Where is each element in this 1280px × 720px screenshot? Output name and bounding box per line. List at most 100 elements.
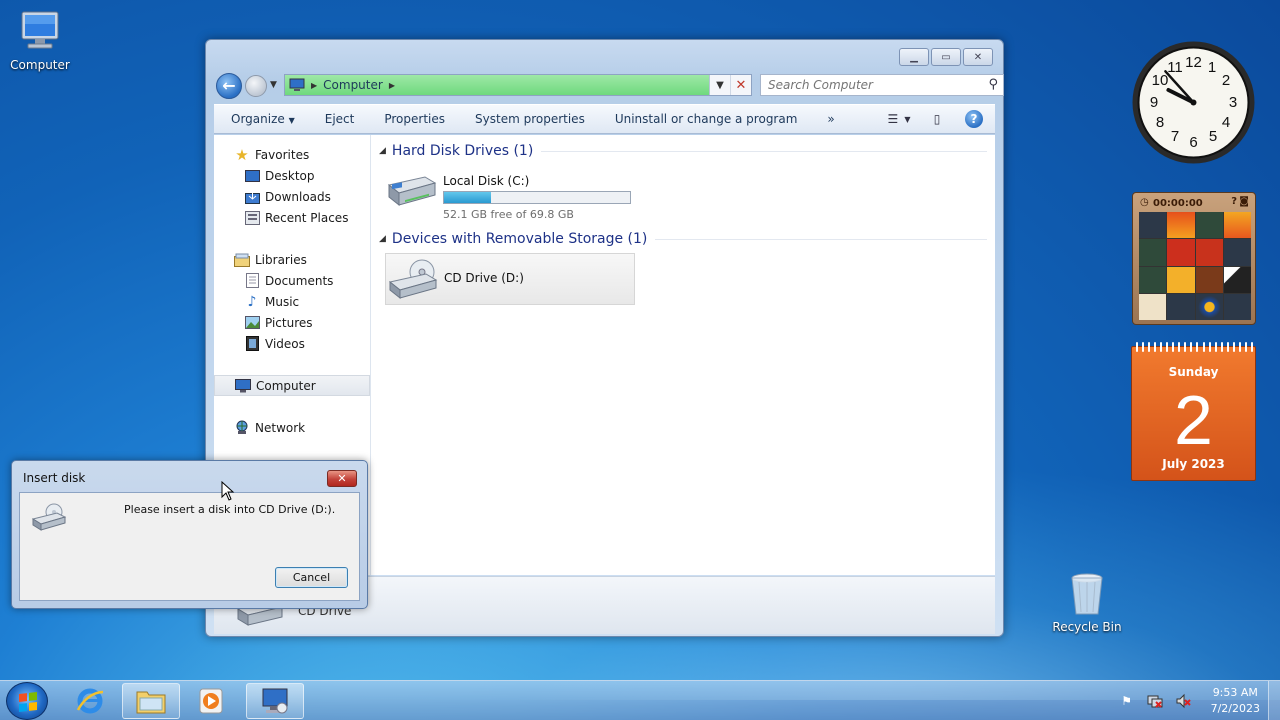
cancel-button[interactable]: Cancel [275,567,348,588]
preview-pane-icon[interactable]: ▯ [927,110,947,128]
puzzle-tile[interactable] [1139,293,1167,320]
computer-icon [235,378,251,394]
clock-numeral: 6 [1189,134,1197,151]
nav-item-downloads[interactable]: Downloads [214,186,370,207]
clock-numeral: 5 [1209,128,1217,145]
chevron-right-icon[interactable]: ▶ [389,81,395,90]
forward-button[interactable] [245,75,267,97]
search-input[interactable] [768,78,968,92]
desktop-icon-computer[interactable]: Computer [0,8,80,72]
properties-button[interactable]: Properties [369,112,460,126]
puzzle-tile[interactable] [1195,293,1223,320]
puzzle-tile[interactable] [1223,212,1251,239]
dialog-body: Please insert a disk into CD Drive (D:).… [19,492,360,601]
system-properties-button[interactable]: System properties [460,112,600,126]
nav-label: Network [255,420,306,435]
puzzle-tile[interactable] [1195,239,1223,266]
taskbar-date: 7/2/2023 [1210,702,1260,715]
puzzle-tile[interactable] [1139,266,1167,293]
nav-label: Favorites [255,147,310,162]
puzzle-tile[interactable] [1223,239,1251,266]
dialog-close-button[interactable]: ✕ [327,470,357,487]
address-dropdown-icon[interactable]: ▼ [710,75,730,95]
eject-button[interactable]: Eject [310,112,370,126]
network-icon[interactable] [1147,693,1163,709]
nav-item-pictures[interactable]: Pictures [214,312,370,333]
cd-drive-icon [388,258,438,302]
search-box[interactable]: ⚲ [760,74,1004,96]
uninstall-button[interactable]: Uninstall or change a program [600,112,813,126]
taskbar-windows-explorer[interactable] [122,683,180,719]
clock-numeral: 7 [1171,128,1179,145]
start-button[interactable] [6,682,48,720]
desktop-icon [244,168,260,184]
action-center-flag-icon[interactable]: ⚑ [1119,693,1135,709]
nav-item-favorites[interactable]: ★ Favorites [214,144,370,165]
taskbar-clock[interactable]: 9:53 AM 7/2/2023 [1211,685,1260,717]
drive-local-disk-c[interactable]: Local Disk (C:) 52.1 GB free of 69.8 GB [387,163,637,223]
group-title: Hard Disk Drives (1) [391,143,534,159]
organize-button[interactable]: Organize ▼ [214,112,310,126]
volume-muted-icon[interactable] [1175,693,1191,709]
help-icon[interactable]: ? [965,110,983,128]
disk-usage-bar [443,191,631,204]
nav-item-desktop[interactable]: Desktop [214,165,370,186]
desktop-icon-recycle-bin[interactable]: Recycle Bin [1047,570,1127,634]
collapse-triangle-icon[interactable]: ◢ [379,234,386,244]
minimize-button[interactable]: ▁ [899,48,929,66]
puzzle-tile[interactable] [1167,293,1195,320]
computer-icon [289,78,305,91]
taskbar-internet-explorer[interactable] [61,683,119,719]
more-commands-button[interactable]: » [812,112,849,126]
nav-item-videos[interactable]: Videos [214,333,370,354]
mouse-cursor-icon [221,481,235,501]
nav-item-libraries[interactable]: Libraries [214,249,370,270]
nav-label: Documents [265,273,334,288]
help-icon[interactable]: ? [1231,196,1237,207]
puzzle-tile[interactable] [1139,212,1167,239]
pictures-icon [244,315,260,331]
picture-icon[interactable]: ◙ [1239,196,1249,207]
nav-item-recent-places[interactable]: Recent Places [214,207,370,228]
change-view-icon[interactable]: ☰ ▼ [888,110,911,128]
puzzle-tile[interactable] [1139,239,1167,266]
address-bar[interactable]: ▶ Computer ▶ ▼ ✕ [284,74,752,96]
address-controls: ▼ ✕ [709,75,751,95]
recent-pages-dropdown[interactable]: ▼ [270,80,277,90]
stop-icon[interactable]: ✕ [730,75,751,95]
collapse-triangle-icon[interactable]: ◢ [379,146,386,156]
puzzle-tile[interactable] [1195,212,1223,239]
calendar-gadget[interactable]: Sunday 2 July 2023 [1131,342,1256,481]
group-header-hard-disk[interactable]: ◢ Hard Disk Drives (1) [379,139,987,163]
puzzle-tile[interactable] [1195,266,1223,293]
puzzle-tile[interactable] [1223,293,1251,320]
breadcrumb-computer[interactable]: Computer [323,78,383,92]
taskbar-media-player[interactable] [182,683,240,719]
disk-usage-fill [444,192,492,203]
show-desktop-button[interactable] [1268,681,1280,720]
downloads-icon [244,189,260,205]
puzzle-tile[interactable] [1167,266,1195,293]
nav-item-music[interactable]: ♪ Music [214,291,370,312]
drive-cd-drive-d[interactable]: CD Drive (D:) [385,253,635,305]
puzzle-tile[interactable] [1167,239,1195,266]
windows-logo-icon [19,692,37,712]
back-button[interactable]: ← [216,73,242,99]
maximize-button[interactable]: ▭ [931,48,961,66]
desktop-icon-label: Computer [10,58,70,72]
nav-item-documents[interactable]: Documents [214,270,370,291]
puzzle-tile[interactable] [1167,212,1195,239]
nav-item-computer[interactable]: Computer [214,375,370,396]
drive-name: CD Drive (D:) [444,271,524,285]
puzzle-tile[interactable] [1223,266,1251,293]
clock-numeral: 12 [1185,54,1202,71]
nav-item-network[interactable]: Network [214,417,370,438]
search-icon[interactable]: ⚲ [988,77,998,92]
close-button[interactable]: ✕ [963,48,993,66]
taskbar-computer[interactable] [246,683,304,719]
group-header-removable[interactable]: ◢ Devices with Removable Storage (1) [379,227,987,251]
puzzle-timer: ◷ 00:00:00 ? ◙ [1140,196,1249,209]
clock-numeral: 3 [1229,94,1237,111]
picture-puzzle-gadget[interactable]: ◷ 00:00:00 ? ◙ [1132,192,1256,325]
clock-gadget[interactable]: 12 1 2 3 4 5 6 7 8 9 10 11 [1131,40,1256,165]
